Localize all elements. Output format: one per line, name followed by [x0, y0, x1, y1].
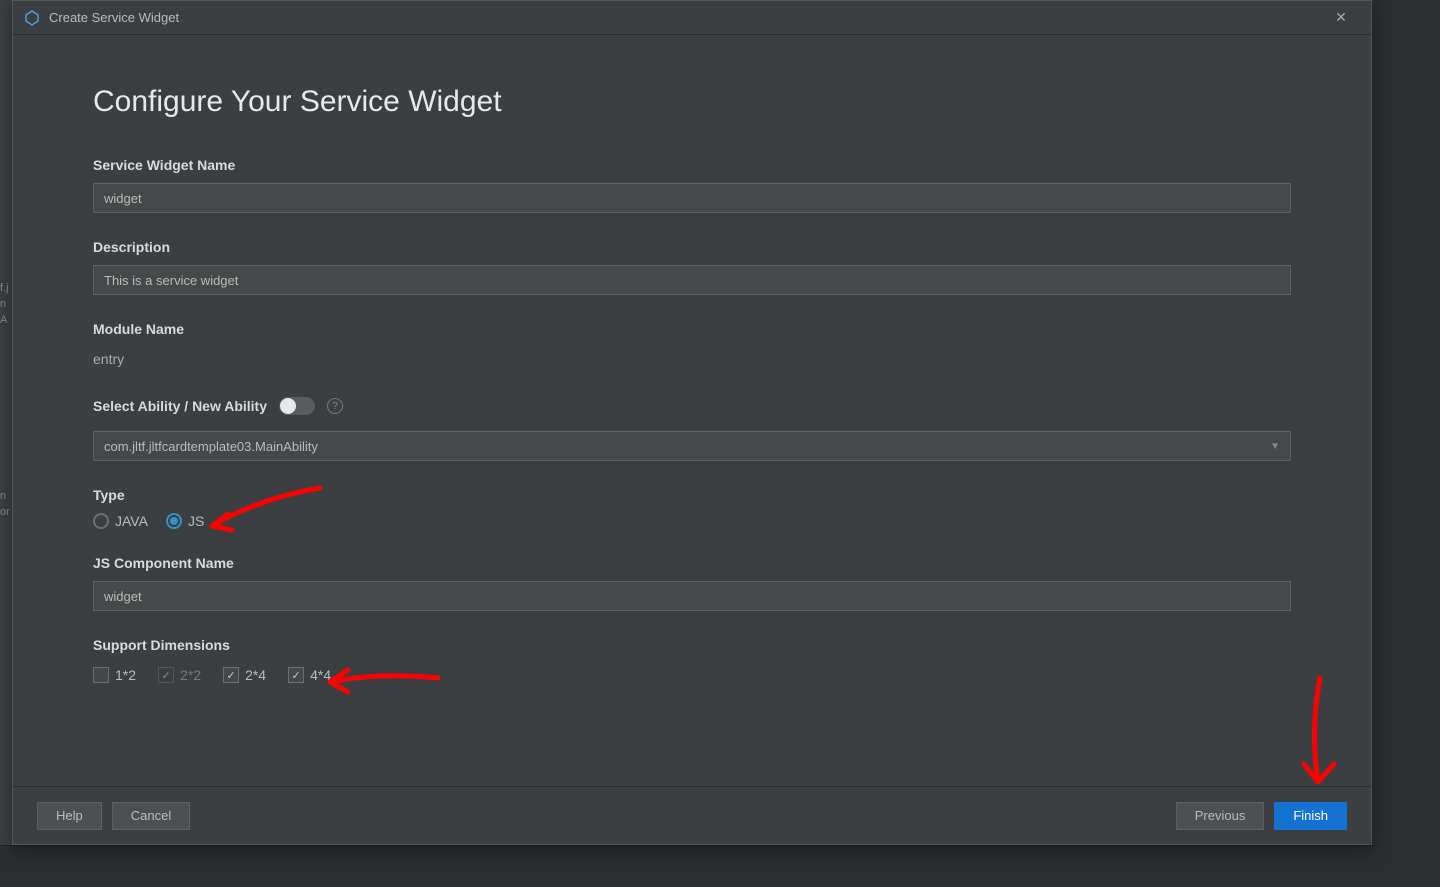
titlebar: Create Service Widget ✕ — [13, 1, 1371, 35]
widget-name-input[interactable] — [93, 183, 1291, 213]
background-bottom-panel — [0, 845, 1440, 887]
description-input[interactable] — [93, 265, 1291, 295]
ability-select-value: com.jltf.jltfcardtemplate03.MainAbility — [104, 439, 318, 454]
app-logo-icon — [23, 9, 41, 27]
widget-name-label: Service Widget Name — [93, 157, 1291, 173]
dimension-1x2[interactable]: 1*2 — [93, 667, 136, 683]
type-radio-java-label: JAVA — [115, 513, 148, 529]
dimension-label: 4*4 — [310, 667, 331, 683]
bg-sidebar-item: or — [0, 504, 12, 520]
bg-sidebar-item: A — [0, 312, 12, 328]
js-component-label: JS Component Name — [93, 555, 1291, 571]
type-label: Type — [93, 487, 1291, 503]
close-icon[interactable]: ✕ — [1321, 9, 1361, 26]
select-ability-label: Select Ability / New Ability — [93, 398, 267, 414]
select-ability-toggle[interactable] — [279, 397, 315, 415]
window-title: Create Service Widget — [49, 10, 1321, 25]
background-right-panel — [1372, 0, 1440, 887]
type-radio-js-label: JS — [188, 513, 204, 529]
dimension-label: 1*2 — [115, 667, 136, 683]
finish-button[interactable]: Finish — [1274, 802, 1347, 830]
chevron-down-icon: ▼ — [1270, 441, 1280, 452]
type-radio-java[interactable]: JAVA — [93, 513, 148, 529]
page-title: Configure Your Service Widget — [93, 85, 1291, 119]
dimension-label: 2*2 — [180, 667, 201, 683]
create-service-widget-dialog: Create Service Widget ✕ Configure Your S… — [12, 0, 1372, 845]
previous-button[interactable]: Previous — [1176, 802, 1265, 830]
background-sidebar: f.j n A n or — [0, 0, 12, 887]
module-name-label: Module Name — [93, 321, 1291, 337]
help-icon[interactable]: ? — [327, 398, 343, 414]
support-dimensions-label: Support Dimensions — [93, 637, 1291, 653]
ability-select[interactable]: com.jltf.jltfcardtemplate03.MainAbility … — [93, 431, 1291, 461]
dialog-content: Configure Your Service Widget Service Wi… — [13, 35, 1371, 786]
js-component-input[interactable] — [93, 581, 1291, 611]
dimension-4x4[interactable]: ✓ 4*4 — [288, 667, 331, 683]
cancel-button[interactable]: Cancel — [112, 802, 190, 830]
dialog-footer: Help Cancel Previous Finish — [13, 786, 1371, 844]
help-button[interactable]: Help — [37, 802, 102, 830]
bg-sidebar-item: n — [0, 296, 12, 312]
dimension-label: 2*4 — [245, 667, 266, 683]
bg-sidebar-item: f.j — [0, 280, 12, 296]
bg-sidebar-item: n — [0, 488, 12, 504]
dimension-2x2: ✓ 2*2 — [158, 667, 201, 683]
module-name-value: entry — [93, 347, 1291, 371]
type-radio-js[interactable]: JS — [166, 513, 204, 529]
dimension-2x4[interactable]: ✓ 2*4 — [223, 667, 266, 683]
description-label: Description — [93, 239, 1291, 255]
